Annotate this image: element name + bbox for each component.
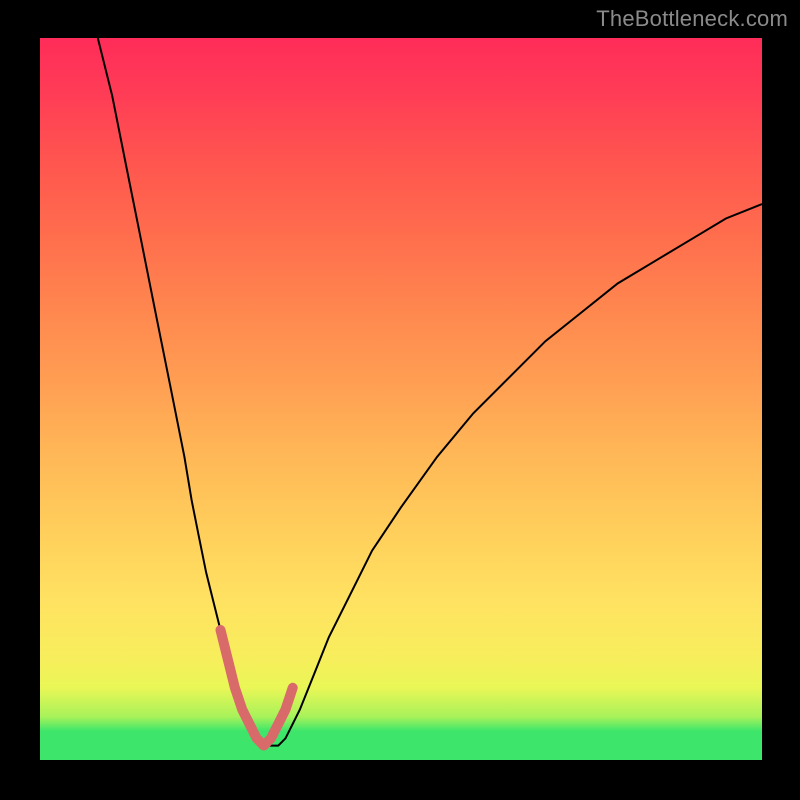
chart-frame: TheBottleneck.com bbox=[0, 0, 800, 800]
watermark-text: TheBottleneck.com bbox=[596, 6, 788, 32]
plot-area bbox=[40, 38, 762, 760]
valley-highlight bbox=[221, 630, 293, 746]
bottleneck-curve bbox=[98, 38, 762, 746]
curve-svg bbox=[40, 38, 762, 760]
